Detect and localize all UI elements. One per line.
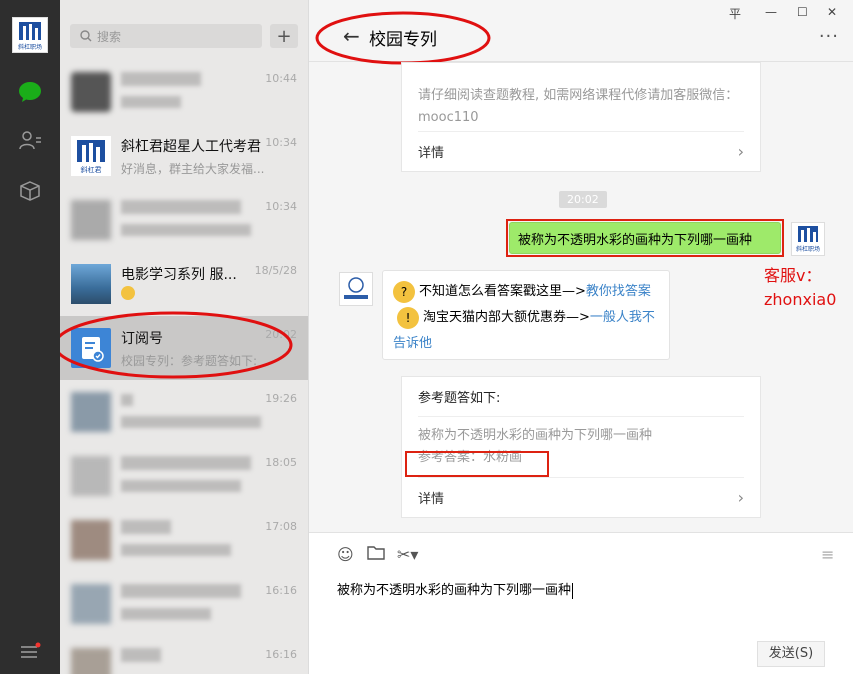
highlight-box [506,219,784,257]
avatar: 斜杠君 [71,136,111,176]
avatar-text: 斜杠职场 [796,245,820,253]
send-button[interactable]: 发送(S) [757,641,825,667]
chat-item[interactable]: 斜杠君 斜杠君超星人工代考君 好消息，群主给大家发福... 10:34 [60,124,308,188]
search-placeholder: 搜索 [97,29,122,44]
annotation-text: zhonxia0 [764,290,837,309]
user-avatar[interactable]: 斜杠职场 [12,17,48,53]
chat-item[interactable]: 17:08 [60,508,308,572]
article-card[interactable]: 请仔细阅读查题教程, 如需网络课程代修请加客服微信：mooc110 详情 › [401,62,761,172]
question-text: 被称为不透明水彩的画种为下列哪一画种 [418,428,653,443]
collapse-icon[interactable]: ≡ [821,545,834,564]
avatar [71,520,111,560]
avatar [71,200,111,240]
message-input[interactable]: 被称为不透明水彩的画种为下列哪一画种 [337,579,574,599]
scissors-icon[interactable]: ✂▾ [397,545,418,564]
details-label: 详情 [418,492,445,507]
chat-item[interactable]: 10:44 [60,60,308,124]
chat-item[interactable]: 19:26 [60,380,308,444]
card-details-link[interactable]: 详情 › [418,131,744,171]
chat-time: 10:34 [265,136,297,149]
card-details-link[interactable]: 详情 › [418,477,744,517]
chat-time: 16:16 [265,648,297,661]
message-text: 不知道怎么看答案戳这里—> [419,284,586,299]
message-text: 淘宝天猫内部大额优惠券—> [423,310,590,325]
answer-card[interactable]: 参考题答如下: 被称为不透明水彩的画种为下列哪一画种 参考答案：水粉画 详情 › [401,376,761,518]
chat-item[interactable]: 18:05 [60,444,308,508]
pin-icon[interactable]: 平 [729,5,741,22]
minimize-button[interactable]: — [765,5,777,19]
chat-list: 搜索 + 10:44 斜杠君 斜杠君超星人工代考君 好消息，群主给大家发福...… [60,0,309,674]
chat-name: 电影学习系列 服... [121,267,237,283]
chat-icon[interactable] [16,78,44,106]
chat-time: 16:16 [265,584,297,597]
avatar [71,456,111,496]
avatar [71,392,111,432]
chat-time: 10:44 [265,72,297,85]
details-label: 详情 [418,146,445,161]
contacts-icon[interactable] [16,126,44,154]
collection-cube-icon[interactable] [16,177,44,205]
logo-icon: 斜杠职场 [18,22,42,51]
chat-time: 19:26 [265,392,297,405]
svg-text:斜杠职场: 斜杠职场 [18,43,42,51]
avatar [71,72,111,112]
search-icon [80,30,92,42]
logo-icon: 斜杠君 [77,140,105,174]
chat-time: 10:34 [265,200,297,213]
card-text: 请仔细阅读查题教程, 如需网络课程代修请加客服微信：mooc110 [418,88,739,125]
chat-name: 斜杠君超星人工代考君 [121,139,261,155]
time-badge: 20:02 [559,191,607,208]
chat-time: 17:08 [265,520,297,533]
sender-avatar[interactable] [339,272,373,306]
avatar [71,584,111,624]
card-title: 参考题答如下: [418,377,744,417]
conversation-header: ← 校园专列 ··· 平 — ☐ ✕ [309,0,853,65]
chevron-right-icon: › [737,488,744,507]
menu-icon[interactable] [16,638,44,666]
annotation-ellipse [315,11,491,65]
avatar [71,648,111,674]
chat-item[interactable]: 16:16 [60,636,308,674]
highlight-box [405,451,549,477]
search-input[interactable]: 搜索 [70,24,262,48]
add-chat-button[interactable]: + [270,24,298,48]
close-button[interactable]: ✕ [827,5,837,19]
chat-item[interactable]: 16:16 [60,572,308,636]
emoji-button-icon[interactable]: ☺ [337,545,354,564]
incoming-message[interactable]: ? 不知道怎么看答案戳这里—>教你找答案 ! 淘宝天猫内部大额优惠券—>一般人我不告… [382,270,670,360]
emoji-icon [121,286,301,303]
maximize-button[interactable]: ☐ [797,5,808,19]
chat-item[interactable]: 10:34 [60,188,308,252]
avatar [71,264,111,304]
chat-time: 18/5/28 [254,264,297,277]
emoji-icon: ! [397,306,419,329]
chat-preview: 好消息，群主给大家发福... [121,162,265,176]
avatar-text: 斜杠君 [81,165,102,174]
chat-time: 18:05 [265,456,297,469]
more-options-button[interactable]: ··· [819,26,839,47]
logo-icon: 斜杠职场 [796,226,820,253]
annotation-text: 客服v： [764,266,822,285]
chevron-right-icon: › [737,142,744,161]
annotation-ellipse [60,311,293,379]
emoji-icon: ? [393,280,415,303]
campus-logo-icon [344,277,368,299]
link-find-answer[interactable]: 教你找答案 [586,284,651,299]
left-rail: 斜杠职场 [0,0,60,674]
plus-icon: + [276,25,292,47]
message-composer: ☺ ✂▾ ≡ 被称为不透明水彩的画种为下列哪一画种 发送(S) [309,532,853,674]
my-avatar[interactable]: 斜杠职场 [791,222,825,256]
folder-icon[interactable] [367,545,385,564]
conversation-panel: ← 校园专列 ··· 平 — ☐ ✕ 请仔细阅读查题教程, 如需网络课程代修请加… [309,0,853,674]
chat-item[interactable]: 电影学习系列 服... 18/5/28 [60,252,308,316]
